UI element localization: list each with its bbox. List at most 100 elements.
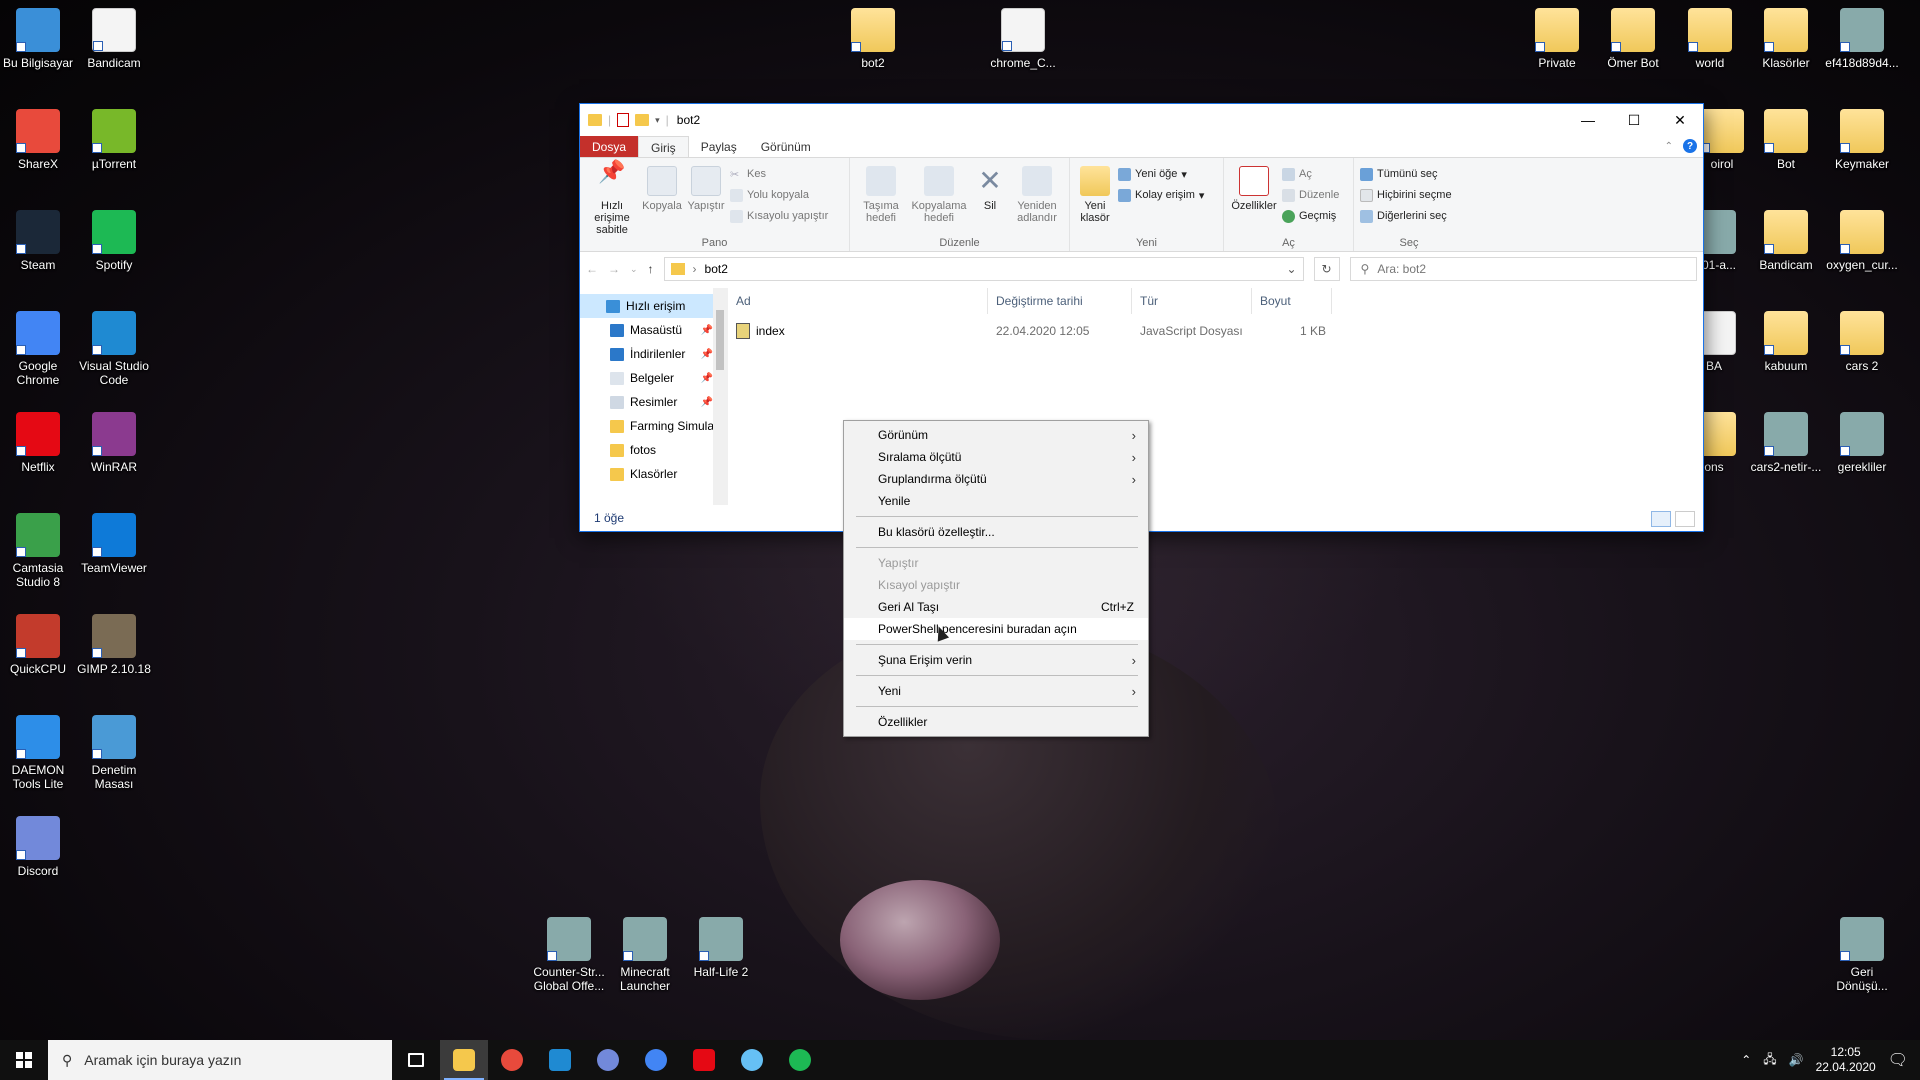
desktop-shortcut[interactable]: WinRAR — [76, 412, 152, 474]
file-row[interactable]: index 22.04.2020 12:05 JavaScript Dosyası 1… — [728, 320, 1703, 342]
desktop-shortcut[interactable]: Denetim Masası — [76, 715, 152, 791]
desktop-shortcut[interactable]: gerekliler — [1824, 412, 1900, 474]
search-input[interactable]: Ara: bot2 — [1377, 262, 1426, 276]
desktop-shortcut[interactable]: world — [1672, 8, 1748, 70]
address-dropdown-icon[interactable]: ⌄ — [1286, 262, 1296, 276]
context-menu-item[interactable]: Gruplandırma ölçütü › — [844, 468, 1148, 490]
desktop-shortcut[interactable]: Visual Studio Code — [76, 311, 152, 387]
column-name[interactable]: Ad — [728, 288, 988, 314]
properties-icon[interactable] — [617, 113, 630, 127]
taskbar-search[interactable]: ⚲ Aramak için buraya yazın — [48, 1040, 392, 1080]
nav-item[interactable]: Masaüstü 📌 — [580, 318, 727, 342]
close-button[interactable]: ✕ — [1657, 104, 1703, 136]
refresh-button[interactable]: ↻ — [1313, 257, 1340, 281]
desktop-shortcut[interactable]: chrome_C... — [985, 8, 1061, 70]
desktop-shortcut[interactable]: µTorrent — [76, 109, 152, 171]
taskbar-search-input[interactable]: Aramak için buraya yazın — [84, 1052, 241, 1068]
nav-item[interactable]: Farming Simulat — [580, 414, 727, 438]
copy-path-button[interactable]: Yolu kopyala — [730, 187, 828, 203]
nav-scrollbar[interactable] — [713, 288, 727, 505]
tab-home[interactable]: Giriş — [638, 136, 689, 157]
desktop-shortcut[interactable]: Bu Bilgisayar — [0, 8, 76, 70]
taskbar-app-button[interactable] — [440, 1040, 488, 1080]
desktop-shortcut[interactable]: Minecraft Launcher — [607, 917, 683, 993]
nav-item[interactable]: Hızlı erişim — [580, 294, 727, 318]
recent-dropdown-icon[interactable]: ⌄ — [630, 264, 638, 275]
open-button[interactable]: Aç — [1282, 166, 1339, 182]
back-icon[interactable]: ← — [586, 262, 598, 276]
desktop-shortcut[interactable]: Ömer Bot — [1595, 8, 1671, 70]
paste-shortcut-button[interactable]: Kısayolu yapıştır — [730, 208, 828, 224]
context-menu-item[interactable]: Özellikler — [844, 711, 1148, 733]
desktop-shortcut[interactable]: Bot — [1748, 109, 1824, 171]
clock[interactable]: 12:05 22.04.2020 — [1816, 1045, 1876, 1075]
desktop-shortcut[interactable]: Google Chrome — [0, 311, 76, 387]
select-none-button[interactable]: Hiçbirini seçme — [1360, 187, 1452, 203]
desktop-shortcut[interactable]: Netflix — [0, 412, 76, 474]
new-item-button[interactable]: Yeni öğe ▾ — [1118, 166, 1204, 182]
column-size[interactable]: Boyut — [1252, 288, 1332, 314]
tab-file[interactable]: Dosya — [580, 136, 639, 157]
desktop-shortcut[interactable]: Discord — [0, 816, 76, 878]
desktop-shortcut[interactable]: TeamViewer — [76, 513, 152, 575]
desktop-shortcut[interactable]: ShareX — [0, 109, 76, 171]
desktop-shortcut[interactable]: cars 2 — [1824, 311, 1900, 373]
tab-share[interactable]: Paylaş — [689, 136, 749, 157]
desktop-shortcut[interactable]: Bandicam — [1748, 210, 1824, 272]
desktop-shortcut[interactable]: Geri Dönüşü... — [1824, 917, 1900, 993]
collapse-ribbon-icon[interactable]: ⌃ — [1665, 141, 1673, 152]
context-menu-item[interactable]: Geri Al Taşı Ctrl+Z — [844, 596, 1148, 618]
nav-item[interactable]: Klasörler — [580, 462, 727, 486]
nav-item[interactable]: Belgeler 📌 — [580, 366, 727, 390]
select-all-button[interactable]: Tümünü seç — [1360, 166, 1452, 182]
taskbar-app-button[interactable] — [680, 1040, 728, 1080]
cut-button[interactable]: ✂ Kes — [730, 166, 828, 182]
desktop-shortcut[interactable]: cars2-netir-... — [1748, 412, 1824, 474]
desktop-shortcut[interactable]: Spotify — [76, 210, 152, 272]
tray-overflow-icon[interactable]: ⌃ — [1741, 1053, 1751, 1067]
context-menu-item[interactable]: Görünüm › — [844, 424, 1148, 446]
invert-selection-button[interactable]: Diğerlerini seç — [1360, 208, 1452, 224]
context-menu-item[interactable]: Yenile — [844, 490, 1148, 512]
scrollbar-thumb[interactable] — [716, 310, 724, 370]
nav-item[interactable]: fotos — [580, 438, 727, 462]
title-bar[interactable]: | ▾ | bot2 — ☐ ✕ — [580, 104, 1703, 136]
taskbar-app-button[interactable] — [488, 1040, 536, 1080]
taskbar-app-button[interactable] — [584, 1040, 632, 1080]
start-button[interactable] — [0, 1040, 48, 1080]
taskbar-app-button[interactable] — [536, 1040, 584, 1080]
desktop-shortcut[interactable]: kabuum — [1748, 311, 1824, 373]
address-bar[interactable]: › bot2 ⌄ — [663, 257, 1304, 281]
notifications-icon[interactable]: 🗨 — [1888, 1050, 1908, 1070]
taskbar-app-button[interactable] — [776, 1040, 824, 1080]
details-view-button[interactable] — [1651, 511, 1671, 527]
search-box[interactable]: ⚲ Ara: bot2 — [1349, 257, 1697, 281]
context-menu-item[interactable]: Bu klasörü özelleştir... — [844, 521, 1148, 543]
desktop-shortcut[interactable]: Counter-Str... Global Offe... — [531, 917, 607, 993]
desktop-shortcut[interactable]: GIMP 2.10.18 — [76, 614, 152, 676]
new-folder-icon[interactable] — [635, 114, 650, 126]
desktop-shortcut[interactable]: DAEMON Tools Lite — [0, 715, 76, 791]
large-icons-view-button[interactable] — [1675, 511, 1695, 527]
context-menu-item[interactable]: Sıralama ölçütü › — [844, 446, 1148, 468]
desktop-shortcut[interactable]: QuickCPU — [0, 614, 76, 676]
desktop-shortcut[interactable]: Steam — [0, 210, 76, 272]
up-icon[interactable]: ↑ — [648, 262, 654, 276]
easy-access-button[interactable]: Kolay erişim ▾ — [1118, 187, 1204, 203]
context-menu-item[interactable]: Yeni › — [844, 680, 1148, 702]
desktop-shortcut[interactable]: Camtasia Studio 8 — [0, 513, 76, 589]
desktop-shortcut[interactable]: Private — [1519, 8, 1595, 70]
desktop-shortcut[interactable]: ef418d89d4... — [1824, 8, 1900, 70]
maximize-button[interactable]: ☐ — [1611, 104, 1657, 136]
help-icon[interactable]: ? — [1683, 139, 1697, 153]
context-menu-item[interactable]: Şuna Erişim verin › — [844, 649, 1148, 671]
desktop-shortcut[interactable]: Bandicam — [76, 8, 152, 70]
history-button[interactable]: Geçmiş — [1282, 208, 1339, 224]
tab-view[interactable]: Görünüm — [749, 136, 823, 157]
desktop-shortcut[interactable]: bot2 — [835, 8, 911, 70]
nav-item[interactable]: Resimler 📌 — [580, 390, 727, 414]
volume-icon[interactable]: 🔊 — [1789, 1053, 1804, 1067]
nav-item[interactable]: İndirilenler 📌 — [580, 342, 727, 366]
taskbar-app-button[interactable] — [632, 1040, 680, 1080]
desktop-shortcut[interactable]: Klasörler — [1748, 8, 1824, 70]
